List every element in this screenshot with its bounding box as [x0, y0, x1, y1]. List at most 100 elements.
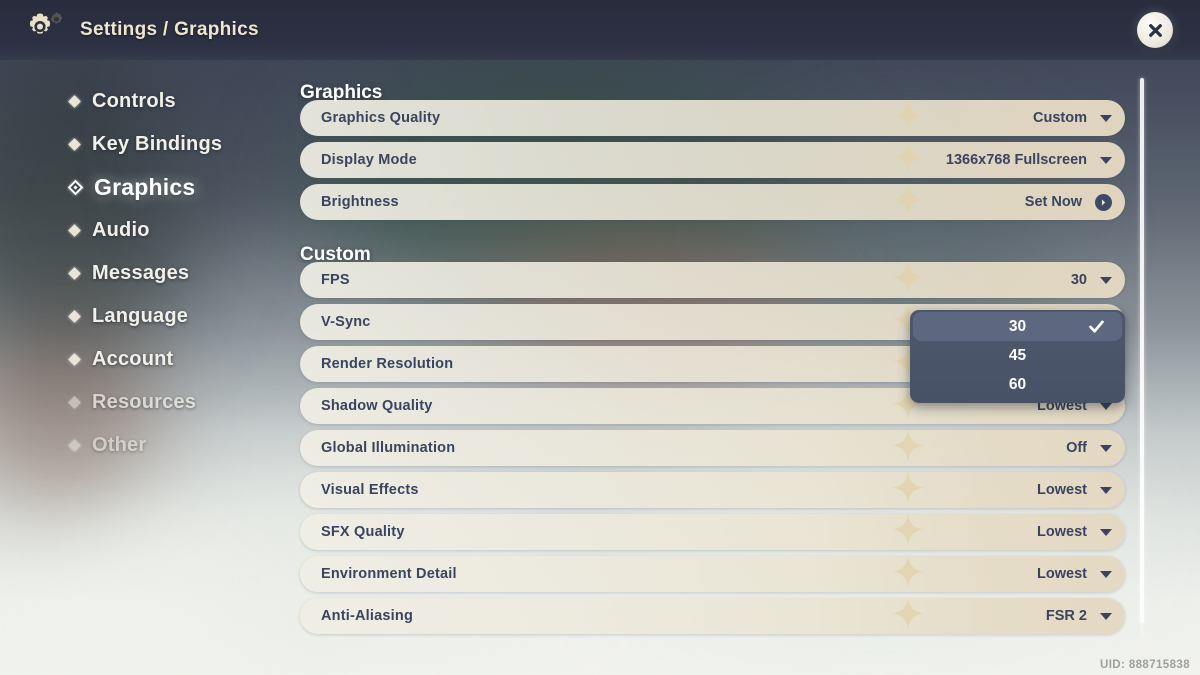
- dropdown-option-30[interactable]: 30: [913, 312, 1122, 341]
- sparkle-decoration-icon: [891, 429, 925, 468]
- dropdown-option-45[interactable]: 45: [910, 341, 1125, 370]
- sidebar-item-label: Other: [92, 434, 147, 456]
- setting-row-label: V-Sync: [321, 314, 371, 330]
- sparkle-decoration-icon: [891, 597, 925, 636]
- uid-label: UID: 888715838: [1100, 659, 1190, 671]
- diamond-bullet-icon: [68, 95, 81, 108]
- diamond-bullet-icon: [67, 179, 84, 196]
- sidebar-item-label: Account: [92, 348, 174, 370]
- setting-row-global-illumination[interactable]: Global Illumination Off: [300, 429, 1125, 468]
- chevron-down-icon[interactable]: [1100, 570, 1112, 578]
- setting-row-value-group: Set Now: [1024, 193, 1112, 211]
- page-title: Settings / Graphics: [80, 19, 259, 40]
- sidebar-item-audio[interactable]: Audio: [0, 209, 290, 252]
- setting-row-value-group: FSR 2: [1046, 608, 1112, 624]
- setting-row-brightness[interactable]: Brightness Set Now: [300, 183, 1125, 222]
- diamond-bullet-icon: [68, 396, 81, 409]
- dropdown-option-label: 30: [1008, 317, 1027, 335]
- sparkle-decoration-icon: [891, 183, 925, 222]
- setting-row-label: Anti-Aliasing: [321, 608, 414, 624]
- setting-row-label: Graphics Quality: [321, 110, 441, 126]
- fps-dropdown-menu[interactable]: 30 45 60: [910, 310, 1125, 403]
- setting-row-label: Global Illumination: [321, 440, 456, 456]
- setting-row-environment-detail[interactable]: Environment Detail Lowest: [300, 555, 1125, 594]
- sidebar-item-label: Graphics: [94, 174, 196, 200]
- sidebar-item-label: Key Bindings: [92, 133, 223, 155]
- scrollbar-track[interactable]: [1140, 78, 1144, 638]
- diamond-bullet-icon: [68, 439, 81, 452]
- diamond-bullet-icon: [68, 310, 81, 323]
- sidebar-item-messages[interactable]: Messages: [0, 252, 290, 295]
- setting-row-label: Render Resolution: [321, 356, 454, 372]
- sidebar-item-label: Audio: [92, 219, 150, 241]
- setting-row-label: SFX Quality: [321, 524, 405, 540]
- diamond-bullet-icon: [68, 138, 81, 151]
- setting-row-value: Lowest: [1037, 524, 1087, 540]
- sparkle-decoration-icon: [891, 555, 925, 594]
- setting-row-sfx-quality[interactable]: SFX Quality Lowest: [300, 513, 1125, 550]
- chevron-right-icon: [1101, 198, 1106, 206]
- setting-row-value: 1366x768 Fullscreen: [945, 152, 1087, 168]
- dropdown-option-60[interactable]: 60: [910, 370, 1125, 399]
- setting-row-label: Display Mode: [321, 152, 417, 168]
- setting-row-value: Set Now: [1024, 194, 1082, 210]
- setting-row-graphics-quality[interactable]: Graphics Quality Custom: [300, 99, 1125, 138]
- setting-row-value: Lowest: [1037, 482, 1087, 498]
- sidebar-item-label: Language: [92, 305, 189, 327]
- setting-row-value: Off: [1066, 440, 1087, 456]
- setting-row-value-group: Lowest: [1037, 524, 1112, 540]
- sparkle-decoration-icon: [891, 99, 925, 138]
- setting-row-label: FPS: [321, 272, 350, 288]
- sidebar-item-other[interactable]: Other: [0, 424, 290, 467]
- setting-row-value-group: 30: [1071, 272, 1112, 288]
- sidebar-item-key-bindings[interactable]: Key Bindings: [0, 123, 290, 166]
- setting-row-label: Environment Detail: [321, 566, 457, 582]
- setting-row-value-group: Lowest: [1037, 482, 1112, 498]
- setting-row-visual-effects[interactable]: Visual Effects Lowest: [300, 471, 1125, 510]
- diamond-bullet-icon: [68, 224, 81, 237]
- settings-sidebar: Controls Key Bindings Graphics Audio Message…: [0, 60, 290, 467]
- scrollbar-thumb[interactable]: [1140, 78, 1144, 623]
- gear-icon: [22, 9, 64, 51]
- setting-row-label: Shadow Quality: [321, 398, 433, 414]
- sparkle-decoration-icon: [891, 261, 925, 300]
- chevron-down-icon[interactable]: [1100, 528, 1112, 536]
- sidebar-item-graphics[interactable]: Graphics: [0, 166, 290, 209]
- chevron-down-icon[interactable]: [1100, 612, 1112, 620]
- set-now-arrow-button[interactable]: [1095, 193, 1112, 211]
- chevron-down-icon[interactable]: [1100, 114, 1112, 122]
- setting-row-display-mode[interactable]: Display Mode 1366x768 Fullscreen: [300, 141, 1125, 180]
- diamond-bullet-icon: [68, 267, 81, 280]
- chevron-down-icon[interactable]: [1100, 402, 1112, 410]
- setting-row-value-group: Custom: [1033, 110, 1112, 126]
- diamond-bullet-icon: [68, 353, 81, 366]
- sidebar-item-controls[interactable]: Controls: [0, 80, 290, 123]
- chevron-down-icon[interactable]: [1100, 444, 1112, 452]
- sidebar-item-label: Controls: [92, 90, 176, 112]
- sparkle-decoration-icon: [891, 471, 925, 510]
- sidebar-item-label: Messages: [92, 262, 190, 284]
- chevron-down-icon[interactable]: [1100, 486, 1112, 494]
- gear-small-icon: [50, 12, 63, 24]
- check-icon: [1087, 317, 1106, 341]
- sidebar-item-account[interactable]: Account: [0, 338, 290, 381]
- sparkle-decoration-icon: [891, 141, 925, 180]
- setting-row-value-group: Off: [1066, 440, 1112, 456]
- setting-row-anti-aliasing[interactable]: Anti-Aliasing FSR 2: [300, 597, 1125, 636]
- sidebar-item-language[interactable]: Language: [0, 295, 290, 338]
- close-icon: [1148, 23, 1162, 37]
- chevron-down-icon[interactable]: [1100, 276, 1112, 284]
- setting-row-label: Visual Effects: [321, 482, 419, 498]
- setting-row-label: Brightness: [321, 194, 399, 210]
- setting-row-value: Lowest: [1037, 566, 1087, 582]
- setting-row-fps[interactable]: FPS 30: [300, 261, 1125, 300]
- setting-row-value: FSR 2: [1045, 608, 1087, 624]
- sidebar-item-resources[interactable]: Resources: [0, 381, 290, 424]
- dropdown-option-label: 45: [1008, 346, 1027, 364]
- dropdown-option-label: 60: [1008, 375, 1027, 393]
- sidebar-item-label: Resources: [92, 391, 197, 413]
- setting-row-value-group: Lowest: [1037, 566, 1112, 582]
- setting-row-value-group: 1366x768 Fullscreen: [946, 152, 1112, 168]
- close-button[interactable]: [1137, 12, 1173, 48]
- chevron-down-icon[interactable]: [1100, 156, 1112, 164]
